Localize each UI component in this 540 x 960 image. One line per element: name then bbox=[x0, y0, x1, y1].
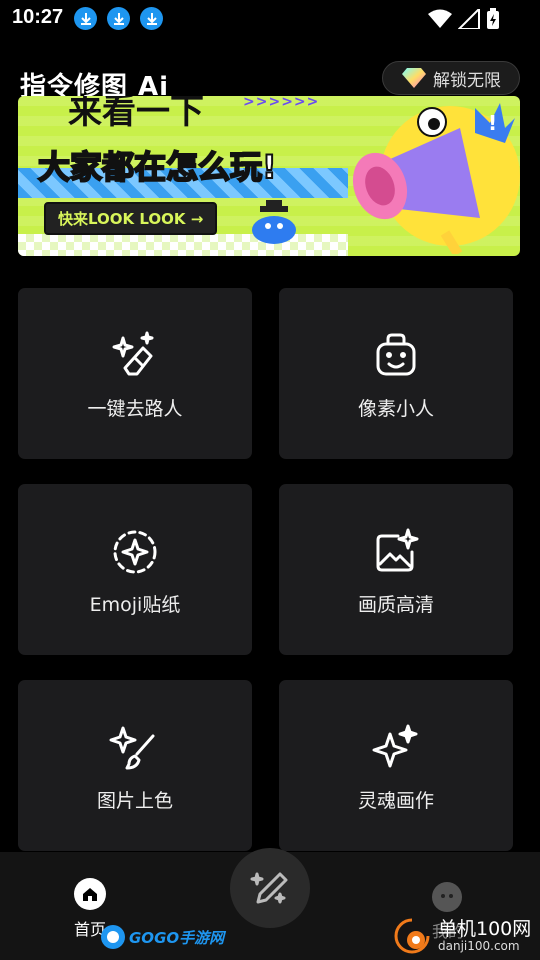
feature-label: 像素小人 bbox=[357, 398, 434, 420]
edit-fab-button[interactable] bbox=[230, 848, 310, 928]
home-icon bbox=[74, 878, 106, 910]
feature-label: 画质高清 bbox=[357, 594, 434, 616]
sparkle-brush-icon bbox=[109, 726, 155, 770]
status-bar: 10:27 bbox=[0, 0, 540, 38]
profile-icon bbox=[432, 882, 462, 912]
feature-label: 图片上色 bbox=[96, 790, 173, 812]
svg-text:!: ! bbox=[488, 111, 497, 135]
sparkle-circle-icon bbox=[113, 530, 157, 574]
status-time: 10:27 bbox=[12, 6, 64, 28]
banner-cta[interactable]: 快来LOOK LOOK → bbox=[44, 202, 218, 235]
sparkles-icon bbox=[372, 724, 418, 768]
feature-remove-passerby[interactable]: 一键去路人 bbox=[18, 288, 252, 459]
image-sparkle-icon bbox=[376, 528, 419, 572]
watermark-right: 单机100网 danji100.com bbox=[392, 916, 531, 956]
magic-pen-icon bbox=[250, 872, 288, 904]
feature-label: Emoji贴纸 bbox=[89, 594, 181, 616]
feature-label: 灵魂画作 bbox=[357, 790, 434, 812]
battery-icon bbox=[487, 8, 499, 29]
feature-soul-painting[interactable]: 灵魂画作 bbox=[279, 680, 513, 851]
banner-line2: 大家都在怎么玩! bbox=[37, 147, 278, 187]
signal-icon bbox=[458, 9, 480, 29]
download-icon bbox=[107, 7, 130, 30]
unlock-label: 解锁无限 bbox=[433, 70, 501, 91]
download-icon bbox=[74, 7, 97, 30]
unlock-button[interactable]: 解锁无限 bbox=[382, 61, 520, 95]
banner-line1: 来看一下 bbox=[68, 96, 204, 132]
mascot-icon bbox=[252, 200, 296, 244]
magic-eraser-icon bbox=[112, 331, 154, 376]
banner-arrows: >>>>>> bbox=[243, 96, 320, 110]
feature-pixel-person[interactable]: 像素小人 bbox=[279, 288, 513, 459]
gogo-logo-icon bbox=[101, 925, 125, 949]
diamond-icon bbox=[402, 68, 426, 88]
feature-colorize[interactable]: 图片上色 bbox=[18, 680, 252, 851]
promo-banner[interactable]: 来看一下 >>>>>> 大家都在怎么玩! 快来LOOK LOOK → ! bbox=[18, 96, 520, 256]
feature-emoji-sticker[interactable]: Emoji贴纸 bbox=[18, 484, 252, 655]
feature-label: 一键去路人 bbox=[87, 398, 183, 420]
feature-hd-quality[interactable]: 画质高清 bbox=[279, 484, 513, 655]
megaphone-icon: ! bbox=[352, 103, 520, 254]
robot-face-icon bbox=[376, 333, 416, 376]
download-icon bbox=[140, 7, 163, 30]
wifi-icon bbox=[428, 9, 452, 28]
danji-logo-icon bbox=[394, 918, 430, 954]
watermark-left: GOGO手游网 bbox=[100, 924, 224, 950]
